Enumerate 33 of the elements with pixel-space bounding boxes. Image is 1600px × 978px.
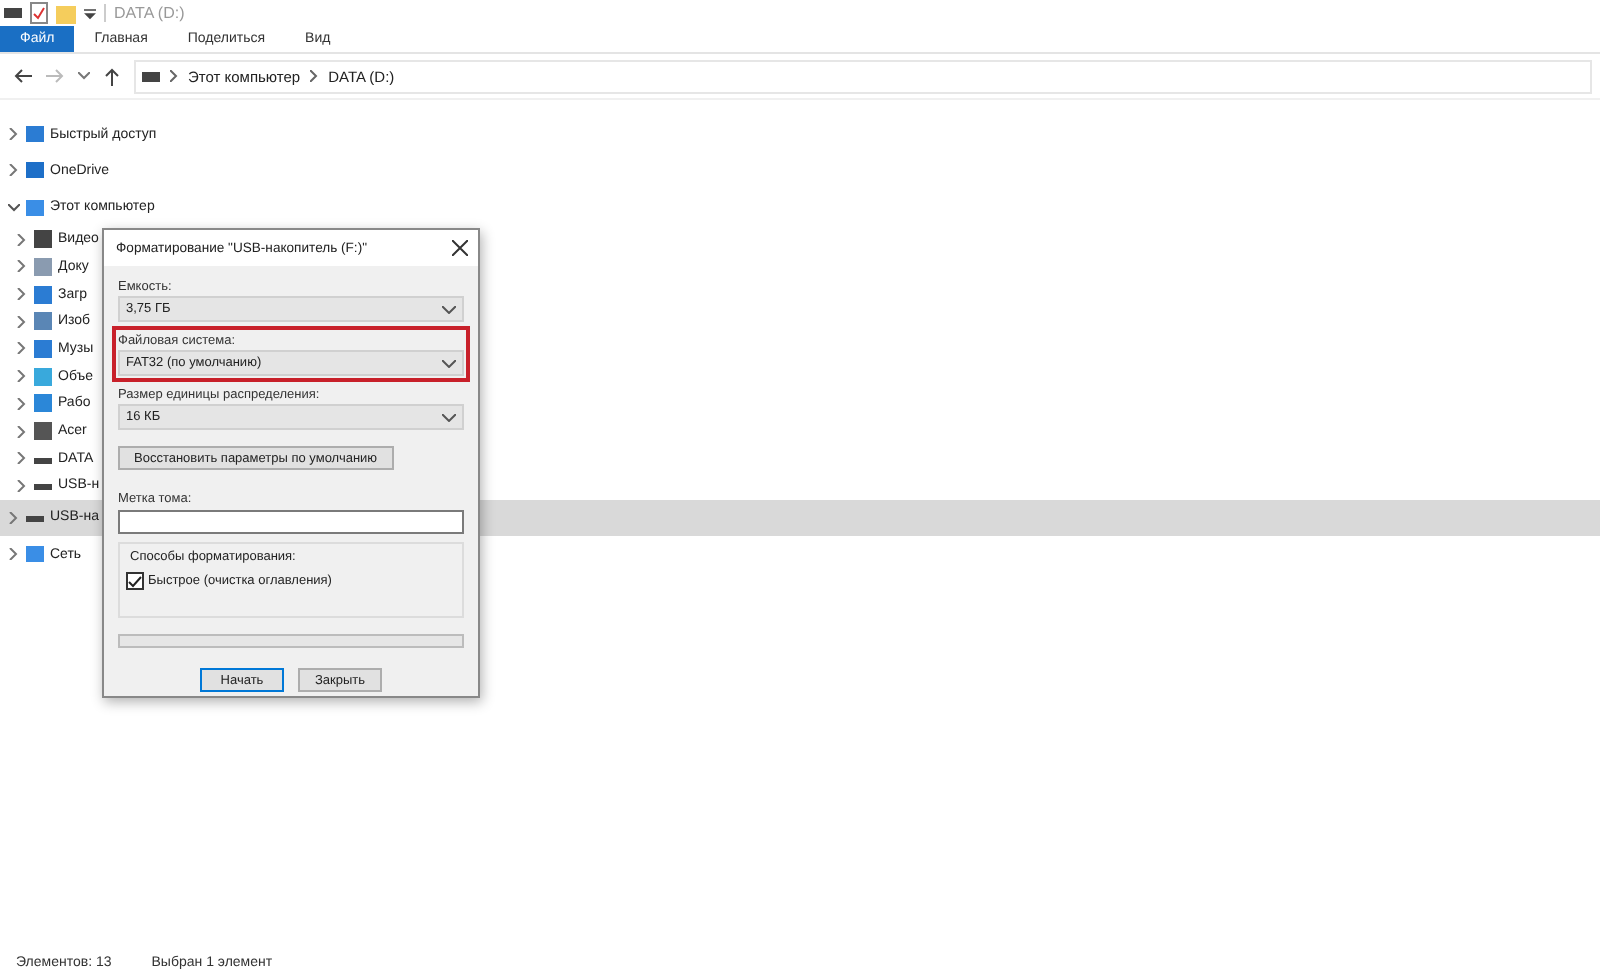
close-icon[interactable] (452, 240, 468, 256)
chevron-right-icon[interactable] (8, 128, 20, 141)
item-icon (26, 126, 44, 143)
chevron-down-icon (442, 305, 456, 313)
chevron-right-icon (170, 70, 178, 82)
drive-icon (142, 71, 160, 81)
chevron-right-icon[interactable] (16, 233, 28, 246)
chevron-down-icon (442, 359, 456, 367)
chevron-right-icon[interactable] (8, 164, 20, 177)
chevron-right-icon[interactable] (16, 425, 28, 438)
chevron-right-icon[interactable] (16, 452, 28, 465)
chevron-right-icon[interactable] (16, 315, 28, 328)
chevron-right-icon[interactable] (16, 342, 28, 355)
chevron-down-icon[interactable] (8, 203, 20, 212)
chevron-right-icon[interactable] (8, 511, 20, 524)
chevron-right-icon[interactable] (16, 288, 28, 301)
input-field[interactable] (118, 510, 464, 534)
chevron-right-icon[interactable] (16, 370, 28, 383)
window-title: DATA (D:) (114, 4, 185, 22)
item-icon (26, 162, 44, 179)
checkbox[interactable] (126, 572, 144, 590)
chevron-down-icon (442, 413, 456, 421)
chevron-right-icon[interactable] (16, 397, 28, 410)
dropdown-icon[interactable] (84, 7, 96, 19)
chevron-right-icon[interactable] (16, 260, 28, 273)
chevron-down-icon[interactable] (78, 72, 90, 80)
item-icon (26, 546, 44, 563)
back-icon[interactable] (14, 68, 32, 84)
properties-icon[interactable] (30, 2, 48, 24)
chevron-right-icon[interactable] (16, 479, 28, 492)
chevron-right-icon (310, 70, 319, 82)
chevron-right-icon[interactable] (8, 548, 20, 561)
up-arrow-icon[interactable] (104, 67, 120, 85)
